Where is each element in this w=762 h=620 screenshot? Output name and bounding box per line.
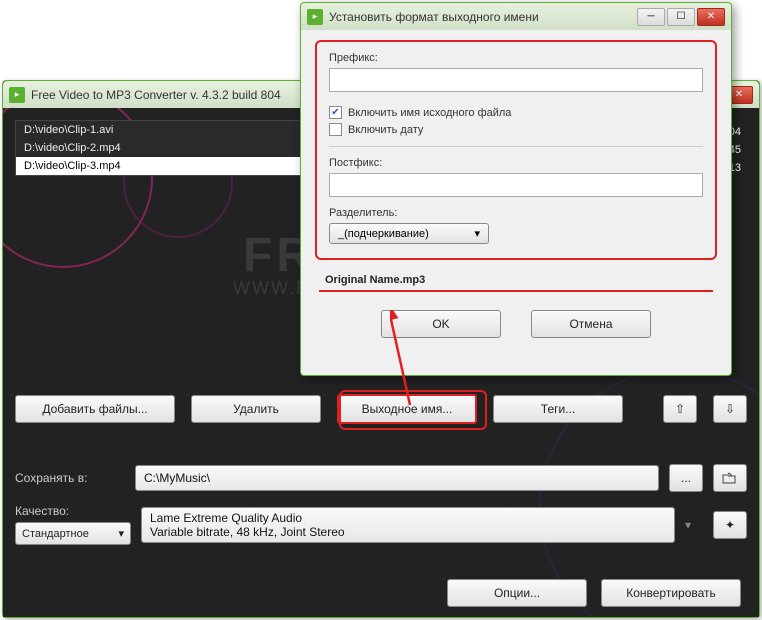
move-down-button[interactable]: ⇩ [713, 395, 747, 423]
close-button[interactable]: ✕ [697, 8, 725, 26]
wand-button[interactable]: ✦ [713, 511, 747, 539]
add-files-button[interactable]: Добавить файлы... [15, 395, 175, 423]
tags-button[interactable]: Теги... [493, 395, 623, 423]
convert-button[interactable]: Конвертировать [601, 579, 741, 607]
checkbox-icon [329, 123, 342, 136]
separator-select[interactable]: _(подчеркивание)▾ [329, 223, 489, 244]
folder-open-icon [722, 471, 738, 485]
quality-row: Качество: Стандартное▾ Lame Extreme Qual… [15, 504, 747, 545]
dialog-body: Префикс: ✔ Включить имя исходного файла … [301, 30, 731, 352]
delete-button[interactable]: Удалить [191, 395, 321, 423]
app-icon: ▸ [9, 87, 25, 103]
save-label: Сохранять в: [15, 471, 125, 485]
output-name-dialog: ▸ Установить формат выходного имени ─ ☐ … [300, 2, 732, 376]
chevron-down-icon: ▾ [474, 227, 480, 240]
wand-icon: ✦ [725, 518, 735, 532]
dialog-buttons: OK Отмена [315, 310, 717, 338]
dialog-icon: ▸ [307, 9, 323, 25]
move-up-button[interactable]: ⇧ [663, 395, 697, 423]
postfix-label: Постфикс: [329, 157, 703, 169]
prefix-label: Префикс: [329, 52, 703, 64]
options-button[interactable]: Опции... [447, 579, 587, 607]
separator-label: Разделитель: [329, 207, 703, 219]
cancel-button[interactable]: Отмена [531, 310, 651, 338]
quality-label: Качество: [15, 504, 125, 518]
browse-button[interactable]: ... [669, 464, 703, 492]
bottom-bar: Опции... Конвертировать [447, 579, 741, 607]
include-source-checkbox[interactable]: ✔ Включить имя исходного файла [329, 106, 703, 119]
quality-detail-field[interactable]: Lame Extreme Quality Audio Variable bitr… [141, 507, 675, 543]
chevron-down-icon: ▾ [118, 527, 124, 540]
maximize-button[interactable]: ☐ [667, 8, 695, 26]
ok-button[interactable]: OK [381, 310, 501, 338]
postfix-input[interactable] [329, 173, 703, 197]
minimize-button[interactable]: ─ [637, 8, 665, 26]
save-path-field[interactable]: C:\MyMusic\ [135, 465, 659, 491]
divider [329, 146, 703, 147]
settings-group: Префикс: ✔ Включить имя исходного файла … [315, 40, 717, 260]
prefix-input[interactable] [329, 68, 703, 92]
include-date-checkbox[interactable]: Включить дату [329, 123, 703, 136]
dialog-title: Установить формат выходного имени [329, 10, 637, 24]
checkbox-icon: ✔ [329, 106, 342, 119]
output-name-button[interactable]: Выходное имя... [337, 394, 477, 424]
dialog-titlebar[interactable]: ▸ Установить формат выходного имени ─ ☐ … [301, 3, 731, 30]
open-folder-button[interactable] [713, 464, 747, 492]
filename-preview: Original Name.mp3 [319, 274, 713, 292]
quality-preset-select[interactable]: Стандартное▾ [15, 522, 131, 545]
save-row: Сохранять в: C:\MyMusic\ ... [15, 464, 747, 492]
chevron-down-icon[interactable]: ▾ [685, 518, 703, 532]
toolbar: Добавить файлы... Удалить Выходное имя..… [15, 394, 747, 424]
